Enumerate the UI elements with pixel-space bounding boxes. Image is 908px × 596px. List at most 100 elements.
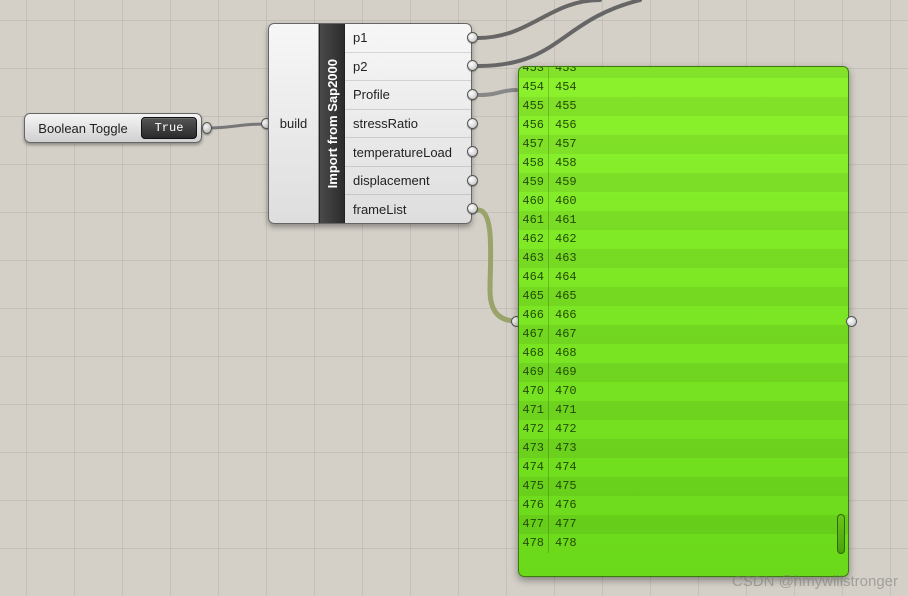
data-panel[interactable]: 4534534544544554554564564574574584584594… (518, 66, 849, 577)
panel-row-value: 475 (549, 477, 577, 496)
panel-row-index: 458 (519, 154, 549, 173)
boolean-toggle-value[interactable]: True (141, 117, 197, 139)
panel-row[interactable]: 475475 (519, 477, 848, 496)
panel-row[interactable]: 474474 (519, 458, 848, 477)
panel-row-index: 466 (519, 306, 549, 325)
panel-row[interactable]: 473473 (519, 439, 848, 458)
panel-row-index: 476 (519, 496, 549, 515)
output-p2: p2 (345, 53, 471, 82)
panel-row[interactable]: 458458 (519, 154, 848, 173)
output-grip[interactable] (467, 118, 478, 129)
panel-row-index: 465 (519, 287, 549, 306)
output-temperatureload: temperatureLoad (345, 138, 471, 167)
panel-row-value: 462 (549, 230, 577, 249)
panel-row-value: 467 (549, 325, 577, 344)
panel-row-value: 463 (549, 249, 577, 268)
panel-row-value: 470 (549, 382, 577, 401)
panel-row[interactable]: 478478 (519, 534, 848, 553)
panel-row-index: 459 (519, 173, 549, 192)
sap-node-outputs: p1 p2 Profile stressRatio temperatureLoa… (345, 24, 471, 223)
boolean-toggle-component[interactable]: Boolean Toggle True (24, 113, 202, 143)
panel-row[interactable]: 456456 (519, 116, 848, 135)
panel-row-value: 460 (549, 192, 577, 211)
panel-row[interactable]: 465465 (519, 287, 848, 306)
panel-row-value: 461 (549, 211, 577, 230)
panel-row-value: 454 (549, 78, 577, 97)
panel-row-index: 453 (519, 66, 549, 78)
panel-row-value: 455 (549, 97, 577, 116)
panel-row[interactable]: 455455 (519, 97, 848, 116)
panel-row-index: 470 (519, 382, 549, 401)
boolean-toggle-output-grip[interactable] (202, 122, 212, 134)
panel-row-index: 478 (519, 534, 549, 553)
panel-row[interactable]: 454454 (519, 78, 848, 97)
panel-output-grip[interactable] (846, 316, 857, 327)
panel-row-index: 463 (519, 249, 549, 268)
panel-row[interactable]: 467467 (519, 325, 848, 344)
sap-node-input-label: build (269, 24, 319, 223)
panel-row-index: 468 (519, 344, 549, 363)
panel-row[interactable]: 459459 (519, 173, 848, 192)
panel-row[interactable]: 463463 (519, 249, 848, 268)
output-label: stressRatio (353, 116, 418, 131)
panel-row[interactable]: 461461 (519, 211, 848, 230)
output-label: displacement (353, 173, 430, 188)
output-label: p2 (353, 59, 367, 74)
panel-row[interactable]: 453453 (519, 66, 848, 78)
output-label: temperatureLoad (353, 145, 452, 160)
panel-row[interactable]: 469469 (519, 363, 848, 382)
panel-row[interactable]: 472472 (519, 420, 848, 439)
panel-row[interactable]: 477477 (519, 515, 848, 534)
output-p1: p1 (345, 24, 471, 53)
output-framelist: frameList (345, 195, 471, 223)
output-label: p1 (353, 30, 367, 45)
panel-row[interactable]: 471471 (519, 401, 848, 420)
panel-row-index: 475 (519, 477, 549, 496)
output-grip[interactable] (467, 60, 478, 71)
panel-row[interactable]: 460460 (519, 192, 848, 211)
panel-row-index: 473 (519, 439, 549, 458)
panel-row-value: 466 (549, 306, 577, 325)
output-grip[interactable] (467, 32, 478, 43)
panel-row-index: 460 (519, 192, 549, 211)
panel-row-index: 454 (519, 78, 549, 97)
output-label: Profile (353, 87, 390, 102)
panel-row-value: 464 (549, 268, 577, 287)
panel-row[interactable]: 470470 (519, 382, 848, 401)
panel-row-value: 476 (549, 496, 577, 515)
boolean-toggle-label: Boolean Toggle (25, 121, 141, 136)
panel-row-value: 473 (549, 439, 577, 458)
panel-row-value: 458 (549, 154, 577, 173)
output-label: frameList (353, 202, 406, 217)
panel-row-value: 471 (549, 401, 577, 420)
panel-row-value: 469 (549, 363, 577, 382)
panel-row-value: 456 (549, 116, 577, 135)
output-grip[interactable] (467, 89, 478, 100)
panel-row[interactable]: 462462 (519, 230, 848, 249)
panel-row-index: 471 (519, 401, 549, 420)
panel-scroll-thumb[interactable] (837, 514, 845, 554)
output-grip[interactable] (467, 146, 478, 157)
panel-row-value: 468 (549, 344, 577, 363)
panel-row-value: 477 (549, 515, 577, 534)
panel-row-index: 464 (519, 268, 549, 287)
panel-row[interactable]: 476476 (519, 496, 848, 515)
import-from-sap2000-component[interactable]: build Import from Sap2000 p1 p2 Profile … (268, 23, 472, 224)
panel-row-index: 469 (519, 363, 549, 382)
panel-row-index: 462 (519, 230, 549, 249)
panel-row[interactable]: 468468 (519, 344, 848, 363)
panel-row[interactable]: 466466 (519, 306, 848, 325)
grasshopper-canvas[interactable]: Boolean Toggle True build Import from Sa… (0, 0, 908, 596)
output-grip[interactable] (467, 203, 478, 214)
panel-row[interactable]: 464464 (519, 268, 848, 287)
panel-content: 4534534544544554554564564574574584584594… (519, 66, 848, 553)
panel-row[interactable]: 457457 (519, 135, 848, 154)
panel-row-value: 465 (549, 287, 577, 306)
output-grip[interactable] (467, 175, 478, 186)
sap-node-title-strip: Import from Sap2000 (319, 24, 345, 223)
panel-row-value: 457 (549, 135, 577, 154)
panel-row-index: 472 (519, 420, 549, 439)
output-displacement: displacement (345, 167, 471, 196)
panel-row-value: 472 (549, 420, 577, 439)
panel-row-value: 478 (549, 534, 577, 553)
